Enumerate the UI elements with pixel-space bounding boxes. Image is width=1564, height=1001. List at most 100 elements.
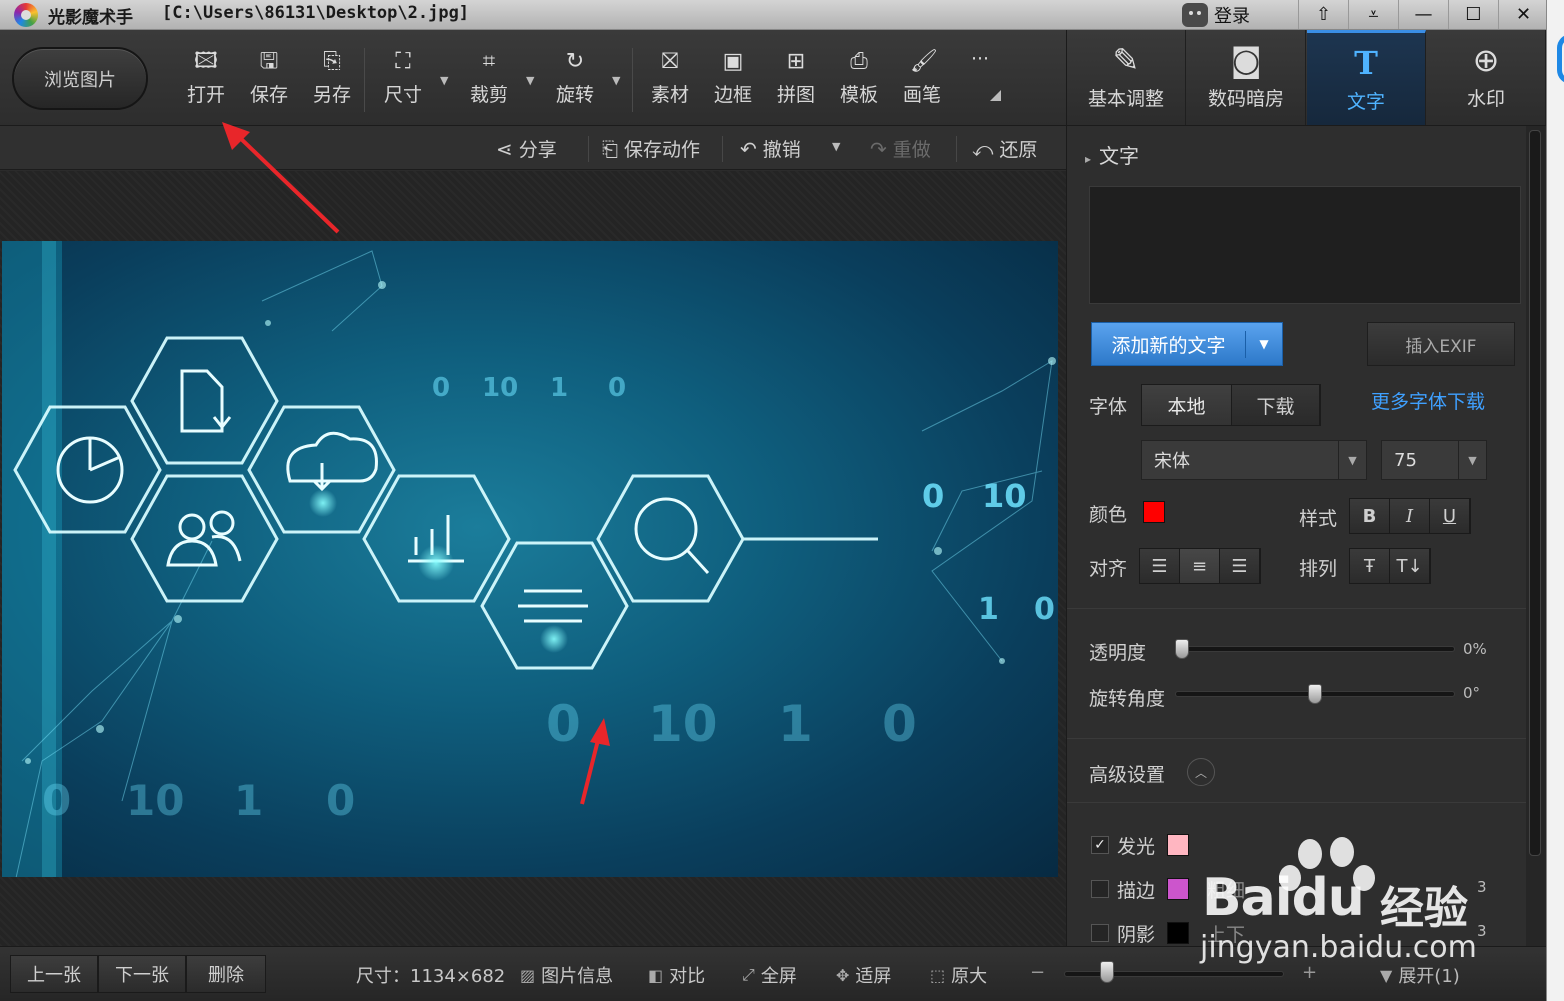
undo-dropdown-icon[interactable]: ▼ (832, 140, 840, 153)
app-title: 光影魔术手 (48, 8, 133, 28)
shadow-checkbox[interactable] (1091, 924, 1109, 942)
collage-button[interactable]: ⊞ 拼图 (769, 50, 823, 107)
next-image-button[interactable]: 下一张 (98, 955, 186, 993)
tab-watermark[interactable]: ⊕ 水印 (1427, 30, 1546, 125)
photo-digit: 0 (882, 695, 917, 753)
restore-button[interactable]: ⤺ 还原 (972, 135, 1037, 162)
font-tab-download[interactable]: 下载 (1232, 385, 1320, 425)
material-button[interactable]: ⛝ 素材 (643, 50, 697, 107)
rotate-button[interactable]: ↻ 旋转 (548, 50, 602, 107)
resize-button[interactable]: ⛶ 尺寸 (376, 50, 430, 107)
horizontal-text-icon[interactable]: Ŧ (1350, 549, 1390, 583)
advanced-settings-label: 高级设置 (1089, 764, 1166, 786)
section-title[interactable]: 文字 (1085, 140, 1139, 169)
save-as-button[interactable]: ⎘ 另存 (305, 50, 359, 107)
opacity-slider-handle[interactable] (1175, 639, 1189, 659)
delete-button[interactable]: 删除 (186, 955, 266, 993)
glow-color-swatch[interactable] (1167, 834, 1189, 856)
crop-dropdown-icon[interactable]: ▼ (526, 74, 534, 87)
save-button[interactable]: 🖫 保存 (242, 50, 296, 107)
fullscreen-button[interactable]: ⤢ 全屏 (742, 962, 797, 988)
font-tab-local[interactable]: 本地 (1142, 385, 1232, 425)
template-button[interactable]: ⎙ 模板 (832, 50, 886, 107)
frame-button[interactable]: ▣ 边框 (706, 50, 760, 107)
rotation-slider-handle[interactable] (1308, 684, 1322, 704)
previous-image-button[interactable]: 上一张 (10, 955, 98, 993)
text-icon: T (1354, 44, 1378, 82)
resize-dropdown-icon[interactable]: ▼ (440, 74, 448, 87)
add-text-dropdown-icon[interactable]: ▼ (1246, 337, 1282, 351)
tab-darkroom[interactable]: ◙ 数码暗房 (1187, 30, 1306, 125)
text-input[interactable] (1089, 186, 1521, 304)
original-size-button[interactable]: ⬚ 原大 (930, 962, 987, 988)
text-color-swatch[interactable] (1143, 501, 1165, 523)
glow-checkbox[interactable]: ✓ (1091, 836, 1109, 854)
browse-images-button[interactable]: 浏览图片 (12, 47, 148, 110)
vertical-text-icon[interactable]: T↓ (1390, 549, 1430, 583)
tab-text[interactable]: T 文字 (1307, 30, 1426, 125)
panel-scrollbar[interactable] (1526, 126, 1546, 946)
image-info-button[interactable]: ▨ 图片信息 (520, 962, 613, 988)
italic-button[interactable]: I (1390, 499, 1430, 533)
save-icon: 🖫 (259, 49, 279, 74)
shadow-color-swatch[interactable] (1167, 922, 1189, 944)
fit-screen-button[interactable]: ✥ 适屏 (836, 962, 891, 988)
zoom-slider[interactable] (1064, 971, 1284, 977)
insert-exif-button[interactable]: 插入EXIF (1367, 322, 1515, 366)
scrollbar-thumb[interactable] (1529, 130, 1541, 856)
minimize-button[interactable]: — (1398, 0, 1448, 29)
expand-button[interactable]: ▼ 展开(1) (1380, 962, 1460, 988)
maximize-button[interactable]: ☐ (1448, 0, 1498, 29)
expand-label: 展开(1) (1398, 966, 1460, 987)
tab-basic-adjust[interactable]: ✎ 基本调整 (1067, 30, 1186, 125)
brush-label: 画笔 (902, 84, 941, 106)
font-label: 字体 (1089, 396, 1128, 418)
rotate-dropdown-icon[interactable]: ▼ (612, 74, 620, 87)
rotate-label: 旋转 (555, 84, 594, 106)
zoom-in-icon[interactable]: + (1302, 962, 1317, 983)
login-button[interactable]: 登录 (1182, 1, 1250, 28)
undo-button[interactable]: ↶ 撤销 (740, 135, 801, 162)
close-button[interactable]: ✕ (1498, 0, 1548, 29)
app-window: 光影魔术手 [C:\Users\86131\Desktop\2.jpg] 登录 … (0, 0, 1564, 1001)
expand-corner-icon[interactable] (990, 90, 1001, 101)
stroke-checkbox[interactable] (1091, 880, 1109, 898)
align-right-icon[interactable]: ☰ (1220, 549, 1260, 583)
stroke-color-swatch[interactable] (1167, 878, 1189, 900)
collage-icon: ⊞ (786, 49, 806, 74)
font-family-select[interactable]: 宋体 ▼ (1141, 440, 1367, 480)
arrange-buttons: Ŧ T↓ (1349, 548, 1431, 584)
share-button[interactable]: ⋖ 分享 (496, 135, 557, 162)
crop-button[interactable]: ⌗ 裁剪 (462, 50, 516, 107)
photo-digit: 0 (546, 695, 581, 753)
color-label: 颜色 (1089, 504, 1128, 526)
brush-button[interactable]: 🖌 画笔 (895, 50, 949, 107)
zoom-out-icon[interactable]: − (1030, 962, 1045, 983)
tab-darkroom-label: 数码暗房 (1207, 88, 1284, 110)
bold-button[interactable]: B (1350, 499, 1390, 533)
hex-frame (596, 474, 745, 603)
skin-button[interactable]: ⇧ (1298, 0, 1348, 29)
save-action-button[interactable]: ⎗ 保存动作 (602, 135, 700, 162)
more-fonts-link[interactable]: 更多字体下载 (1371, 387, 1485, 414)
add-text-button[interactable]: 添加新的文字 ▼ (1091, 322, 1283, 366)
align-left-icon[interactable]: ☰ (1140, 549, 1180, 583)
collapse-advanced-icon[interactable]: ︿ (1187, 758, 1215, 786)
underline-button[interactable]: U (1430, 499, 1470, 533)
menu-button[interactable]: ⩡ (1348, 0, 1398, 29)
font-family-value: 宋体 (1154, 451, 1190, 472)
compare-button[interactable]: ◧ 对比 (648, 962, 705, 988)
app-logo-icon (14, 3, 38, 27)
style-label: 样式 (1299, 508, 1338, 530)
zoom-slider-handle[interactable] (1100, 961, 1114, 983)
redo-label: 重做 (892, 139, 931, 161)
redo-button[interactable]: ↷ 重做 (870, 135, 931, 162)
align-center-icon[interactable]: ≡ (1180, 549, 1220, 583)
open-button[interactable]: 🖾 打开 (179, 50, 233, 107)
photo: 0 10 1 0 0 10 1 0 0 10 1 0 0 10 1 0 (2, 241, 1058, 877)
more-tools-button[interactable]: ··· (953, 48, 1007, 70)
image-canvas[interactable]: 0 10 1 0 0 10 1 0 0 10 1 0 0 10 1 0 (0, 171, 1066, 946)
opacity-slider[interactable] (1175, 646, 1455, 652)
font-size-select[interactable]: 75 ▼ (1381, 440, 1487, 480)
rotation-label: 旋转角度 (1089, 688, 1166, 710)
